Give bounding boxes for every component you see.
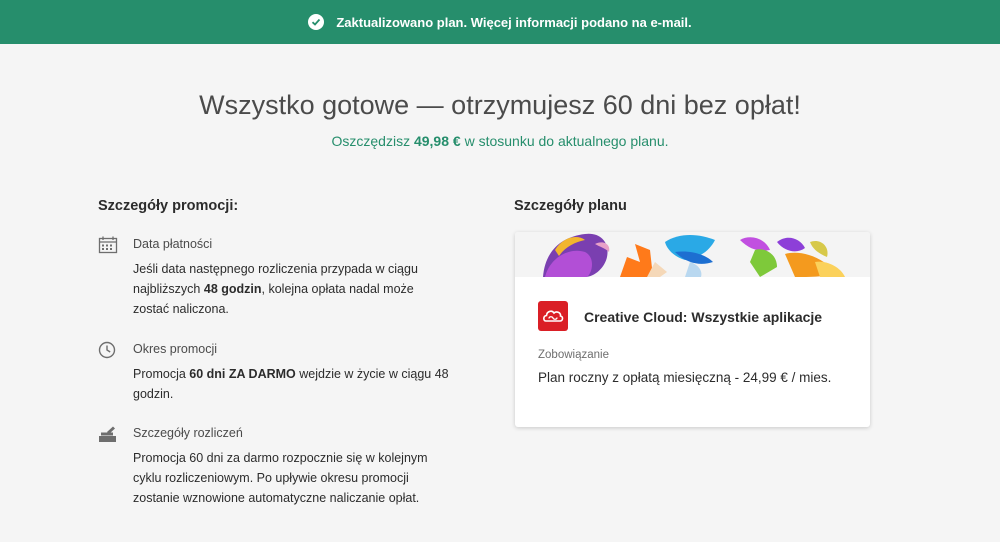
creative-apps-banner-art (515, 232, 870, 277)
body-bold: 60 dni ZA DARMO (189, 367, 296, 381)
savings-prefix: Oszczędzisz (331, 133, 414, 149)
savings-amount: 49,98 € (413, 133, 461, 149)
promo-item-title: Okres promocji (133, 342, 218, 356)
promo-item-payment-date: Data płatności Jeśli data następnego roz… (98, 236, 458, 326)
check-circle-icon (308, 14, 325, 30)
savings-suffix: w stosunku do aktualnego planu. (460, 133, 669, 149)
promo-item-title: Szczegóły rozliczeń (133, 426, 243, 440)
billing-icon (98, 425, 118, 443)
plan-card: Creative Cloud: Wszystkie aplikacje Zobo… (515, 232, 870, 427)
product-name: Creative Cloud: Wszystkie aplikacje (584, 309, 823, 325)
success-banner: Zaktualizowano plan. Więcej informacji p… (0, 0, 1000, 44)
commitment-value: Plan roczny z opłatą miesięczną - 24,99 … (538, 370, 832, 385)
plan-details-title: Szczegóły planu (514, 198, 627, 214)
body-text: Promocja (133, 367, 190, 381)
promo-item-billing-details: Szczegóły rozliczeń Promocja 60 dni za d… (98, 425, 458, 515)
body-bold: 48 godzin (203, 282, 262, 296)
creative-cloud-logo-icon (538, 301, 568, 331)
promo-item-title: Data płatności (133, 237, 213, 251)
calendar-icon (98, 236, 118, 254)
promo-item-body: Promocja 60 dni ZA DARMO wejdzie w życie… (133, 364, 453, 404)
promo-details-title: Szczegóły promocji: (98, 198, 239, 214)
clock-icon (98, 341, 118, 359)
page-headline: Wszystko gotowe — otrzymujesz 60 dni bez… (199, 90, 801, 120)
promo-item-body: Promocja 60 dni za darmo rozpocznie się … (133, 451, 428, 505)
promo-item-promo-period: Okres promocji Promocja 60 dni ZA DARMO … (98, 341, 458, 411)
promo-item-body: Jeśli data następnego rozliczenia przypa… (133, 259, 453, 319)
savings-text: Oszczędzisz 49,98 € w stosunku do aktual… (0, 133, 1000, 149)
commitment-label: Zobowiązanie (538, 349, 609, 361)
banner-text: Zaktualizowano plan. Więcej informacji p… (336, 14, 692, 30)
